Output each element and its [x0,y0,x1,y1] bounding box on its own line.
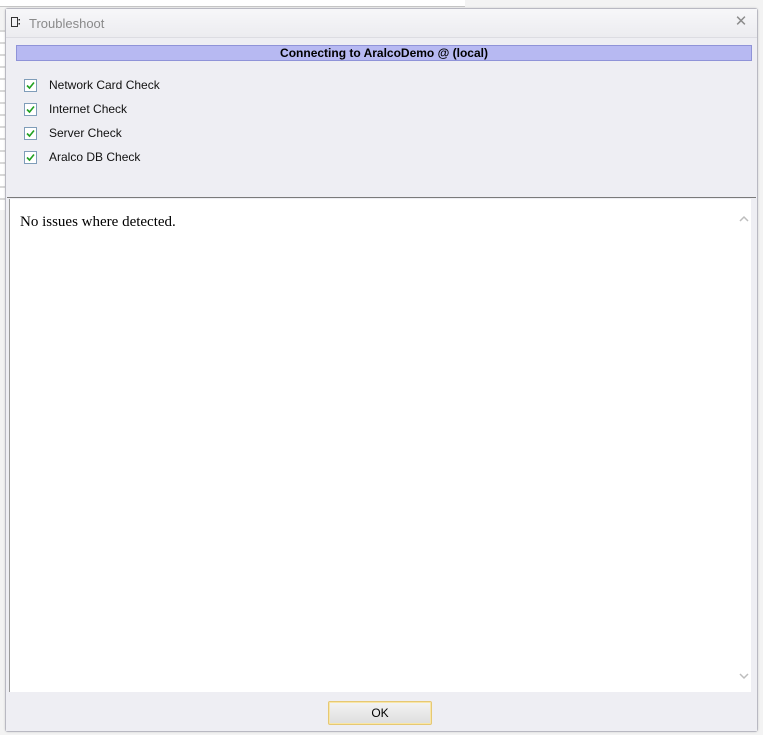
results-scrollbar[interactable] [737,199,751,692]
background-window-edge [0,0,465,7]
connection-status-banner: Connecting to AralcoDemo @ (local) [16,45,752,61]
check-internet-label: Internet Check [49,102,128,116]
ok-button[interactable]: OK [328,701,432,725]
check-network-card-label: Network Card Check [49,78,160,92]
check-aralco-db[interactable]: Aralco DB Check [24,149,224,165]
dialog-footer: OK [6,693,757,731]
chevron-down-icon[interactable] [738,670,750,682]
results-textbox[interactable]: No issues where detected. [9,199,751,692]
check-internet[interactable]: Internet Check [24,101,224,117]
section-divider [7,197,756,198]
title-bar[interactable]: Troubleshoot ✕ [6,9,757,38]
window-title: Troubleshoot [29,16,105,31]
check-server-checkbox[interactable] [24,127,37,140]
check-internet-checkbox[interactable] [24,103,37,116]
check-network-card-checkbox[interactable] [24,79,37,92]
check-aralco-db-label: Aralco DB Check [49,150,141,164]
check-server-label: Server Check [49,126,122,140]
troubleshoot-dialog: Troubleshoot ✕ Connecting to AralcoDemo … [5,8,758,732]
check-aralco-db-checkbox[interactable] [24,151,37,164]
check-server[interactable]: Server Check [24,125,224,141]
close-icon[interactable]: ✕ [734,14,748,30]
check-network-card[interactable]: Network Card Check [24,77,224,93]
chevron-up-icon[interactable] [738,213,750,225]
window-icon [11,17,21,27]
results-text: No issues where detected. [20,214,176,230]
